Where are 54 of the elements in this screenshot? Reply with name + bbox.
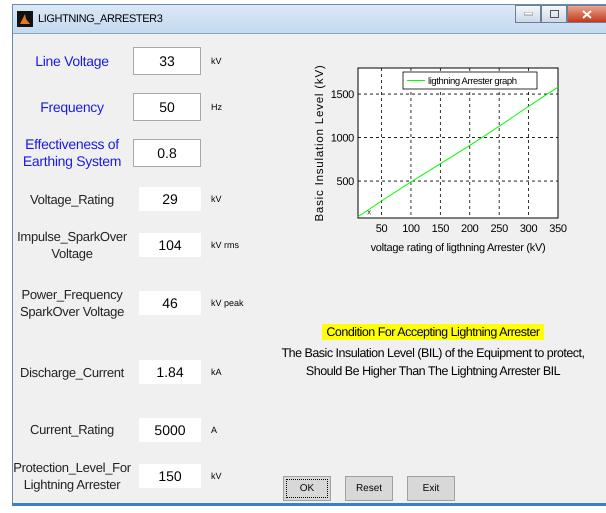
maximize-icon xyxy=(550,10,558,18)
unit-label: kV xyxy=(210,194,223,204)
unit-label: Hz xyxy=(210,102,223,112)
x-tick-label: 350 xyxy=(549,223,567,235)
push-button[interactable]: OK xyxy=(283,476,331,501)
input-field[interactable]: 33 xyxy=(133,47,201,76)
field-label: Discharge_Current xyxy=(18,364,126,381)
input-field[interactable]: 50 xyxy=(133,93,201,122)
point-marker: x xyxy=(367,207,372,216)
field-label: Line Voltage xyxy=(34,52,110,70)
unit-label: kV peak xyxy=(210,298,245,308)
y-tick-label: 1500 xyxy=(330,89,354,102)
field-label: Impulse_SparkOver Voltage xyxy=(16,228,128,262)
condition-text: The Basic Insulation Level (BIL) of the Equipment to protect, Should Be Higher Than The Lightning Arrester BIL xyxy=(280,345,586,380)
x-tick-label: 100 xyxy=(402,223,420,235)
field-label: Effectiveness of Earthing System xyxy=(22,136,122,170)
x-tick-label: 200 xyxy=(461,223,478,235)
minimize-icon xyxy=(524,12,532,16)
condition-heading: Condition For Accepting Lightning Arrester xyxy=(322,324,544,340)
unit-label: kA xyxy=(210,367,223,378)
minimize-button[interactable] xyxy=(515,5,541,23)
unit-label: kV xyxy=(210,470,223,481)
output-field: 46 xyxy=(139,291,201,316)
x-tick-label: 300 xyxy=(520,223,538,235)
x-tick-label: 150 xyxy=(432,223,450,235)
field-label: Protection_Level_For Lightning Arrester xyxy=(13,458,131,493)
window-title: LIGHTNING_ARRESTER3 xyxy=(38,13,162,25)
x-axis-label: voltage rating of ligthning Arrester (kV) xyxy=(370,242,546,254)
chart-legend: ligthning Arrester graph xyxy=(402,72,538,90)
output-field: 104 xyxy=(139,233,201,258)
push-button[interactable]: Reset xyxy=(345,476,393,501)
close-icon xyxy=(582,10,592,18)
field-label: Current_Rating xyxy=(29,421,115,438)
output-field: 5000 xyxy=(139,418,201,442)
field-label: Frequency xyxy=(39,98,105,116)
unit-label: A xyxy=(210,424,218,435)
y-tick-label: 500 xyxy=(336,176,354,188)
legend-label: ligthning Arrester graph xyxy=(428,76,517,87)
x-tick-label: 50 xyxy=(376,223,388,235)
output-field: 150 xyxy=(139,464,201,488)
push-button[interactable]: Exit xyxy=(407,476,455,501)
maximize-button[interactable] xyxy=(541,5,567,23)
x-tick-label: 250 xyxy=(490,223,508,235)
output-field: 1.84 xyxy=(139,360,201,384)
close-button[interactable] xyxy=(567,5,606,23)
unit-label: kV rms xyxy=(210,240,240,250)
field-label: Voltage_Rating xyxy=(29,190,115,208)
input-field[interactable]: 0.8 xyxy=(133,139,201,168)
unit-label: kV xyxy=(210,56,223,66)
app-icon xyxy=(17,11,33,27)
field-label: Power_Frequency SparkOver Voltage xyxy=(18,286,126,320)
output-field: 29 xyxy=(139,187,201,212)
y-axis-label: Basic Insulation Level (kV) xyxy=(314,64,326,222)
y-tick-label: 1000 xyxy=(330,132,354,145)
